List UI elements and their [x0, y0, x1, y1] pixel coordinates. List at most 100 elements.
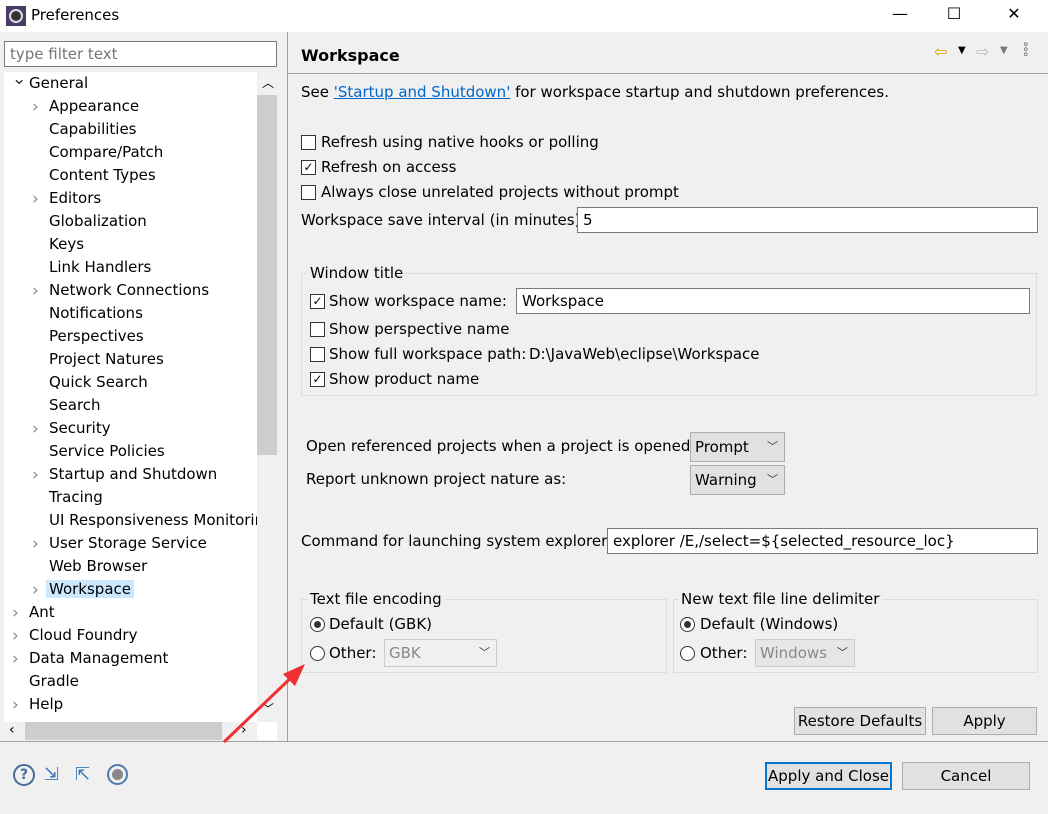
- tree-item[interactable]: Workspace: [46, 578, 134, 600]
- command-input[interactable]: explorer /E,/select=${selected_resource_…: [607, 528, 1038, 554]
- tree-item[interactable]: Editors: [49, 187, 101, 209]
- show-product-checkbox[interactable]: ✓: [310, 372, 325, 387]
- tree-item[interactable]: Globalization: [49, 210, 147, 232]
- divider: [288, 73, 1048, 74]
- save-interval-label: Workspace save interval (in minutes):: [301, 211, 586, 229]
- maximize-button[interactable]: ☐: [934, 4, 974, 23]
- tree-item-label: Capabilities: [49, 120, 137, 138]
- show-perspective-label: Show perspective name: [329, 320, 510, 338]
- show-workspace-name-checkbox[interactable]: ✓: [310, 294, 325, 309]
- tree-item[interactable]: Help: [29, 693, 63, 715]
- tree-item[interactable]: Appearance: [49, 95, 139, 117]
- tree-item[interactable]: Compare/Patch: [49, 141, 163, 163]
- workspace-name-input[interactable]: Workspace: [516, 288, 1030, 314]
- show-full-path-checkbox[interactable]: [310, 347, 325, 362]
- save-interval-input[interactable]: 5: [577, 207, 1038, 233]
- tree-item-label: Tracing: [49, 488, 103, 506]
- back-arrow-icon[interactable]: ⇦: [934, 42, 947, 61]
- scroll-up-icon[interactable]: ︿: [262, 74, 274, 91]
- tree-item[interactable]: Notifications: [49, 302, 143, 324]
- chevron-right-icon[interactable]: ›: [32, 281, 39, 301]
- apply-button[interactable]: Apply: [932, 707, 1037, 735]
- minimize-button[interactable]: —: [880, 4, 920, 23]
- restore-defaults-button[interactable]: Restore Defaults: [794, 707, 926, 735]
- always-close-checkbox[interactable]: [301, 185, 316, 200]
- back-dropdown-icon[interactable]: ▼: [958, 45, 966, 56]
- apply-and-close-button[interactable]: Apply and Close: [765, 762, 892, 790]
- delimiter-other-select[interactable]: Windows ﹀: [755, 639, 855, 667]
- startup-shutdown-link[interactable]: 'Startup and Shutdown': [334, 83, 511, 101]
- chevron-right-icon[interactable]: ›: [32, 534, 39, 554]
- delimiter-other-value: Windows: [760, 644, 827, 662]
- tree-item[interactable]: Security: [49, 417, 111, 439]
- tree-item[interactable]: Cloud Foundry: [29, 624, 137, 646]
- command-label: Command for launching system explorer:: [301, 532, 613, 550]
- forward-dropdown-icon[interactable]: ▼: [1000, 45, 1008, 56]
- tree-item[interactable]: Ant: [29, 601, 55, 623]
- encoding-default-radio[interactable]: [310, 617, 325, 632]
- chevron-right-icon[interactable]: ›: [32, 580, 39, 600]
- tree-item[interactable]: Startup and Shutdown: [49, 463, 217, 485]
- chevron-down-icon: ﹀: [479, 646, 490, 659]
- tree-item-label: Content Types: [49, 166, 156, 184]
- tree-item-label: General: [29, 74, 89, 92]
- tree-item[interactable]: Search: [49, 394, 101, 416]
- forward-arrow-icon[interactable]: ⇨: [976, 42, 989, 61]
- cancel-button[interactable]: Cancel: [902, 762, 1030, 790]
- tree-item[interactable]: Perspectives: [49, 325, 144, 347]
- chevron-right-icon[interactable]: ›: [12, 626, 19, 646]
- window-title: Preferences: [31, 6, 120, 24]
- tree-item[interactable]: Web Browser: [49, 555, 147, 577]
- chevron-right-icon[interactable]: ›: [12, 695, 19, 715]
- record-icon[interactable]: [107, 764, 128, 785]
- encoding-other-radio[interactable]: [310, 646, 325, 661]
- chevron-down-icon[interactable]: ⌄: [12, 69, 26, 89]
- tree-item[interactable]: Data Management: [29, 647, 168, 669]
- tree-item[interactable]: Content Types: [49, 164, 156, 186]
- help-icon[interactable]: ?: [13, 764, 35, 786]
- tree-item[interactable]: Network Connections: [49, 279, 209, 301]
- eclipse-gear-icon: [6, 6, 26, 26]
- open-referenced-select[interactable]: Prompt ﹀: [690, 432, 785, 462]
- divider: [287, 32, 288, 741]
- refresh-access-checkbox[interactable]: ✓: [301, 160, 316, 175]
- close-button[interactable]: ✕: [994, 4, 1034, 23]
- show-perspective-checkbox[interactable]: [310, 322, 325, 337]
- tree-vertical-scroll-thumb[interactable]: [257, 95, 277, 455]
- import-icon[interactable]: ⇲: [44, 764, 59, 785]
- encoding-default-label: Default (GBK): [329, 615, 433, 633]
- tree-item[interactable]: User Storage Service: [49, 532, 207, 554]
- tree-item[interactable]: Project Natures: [49, 348, 164, 370]
- chevron-right-icon[interactable]: ›: [12, 649, 19, 669]
- tree-item-label: Help: [29, 695, 64, 713]
- export-icon[interactable]: ⇱: [75, 764, 90, 785]
- filter-input[interactable]: [4, 41, 277, 67]
- delimiter-other-radio[interactable]: [680, 646, 695, 661]
- tree-item[interactable]: Tracing: [49, 486, 103, 508]
- chevron-right-icon[interactable]: ›: [32, 465, 39, 485]
- tree-item[interactable]: General: [29, 72, 88, 94]
- annotation-arrow: [222, 664, 305, 744]
- chevron-right-icon[interactable]: ›: [32, 419, 39, 439]
- refresh-native-checkbox[interactable]: [301, 135, 316, 150]
- tree-item[interactable]: Quick Search: [49, 371, 148, 393]
- tree-item[interactable]: Link Handlers: [49, 256, 151, 278]
- view-menu-icon[interactable]: ∘ ∘ ∘: [1022, 38, 1030, 60]
- open-referenced-label: Open referenced projects when a project …: [306, 437, 696, 455]
- tree-item[interactable]: Capabilities: [49, 118, 137, 140]
- report-nature-value: Warning: [695, 471, 757, 489]
- tree-item-label: Network Connections: [49, 281, 210, 299]
- tree-item[interactable]: Service Policies: [49, 440, 165, 462]
- tree-item[interactable]: Gradle: [29, 670, 79, 692]
- delimiter-default-radio[interactable]: [680, 617, 695, 632]
- chevron-right-icon[interactable]: ›: [32, 189, 39, 209]
- scroll-left-icon[interactable]: ‹: [9, 722, 15, 738]
- intro-after: for workspace startup and shutdown prefe…: [510, 83, 889, 101]
- tree-horizontal-scroll-thumb[interactable]: [25, 722, 222, 740]
- report-nature-select[interactable]: Warning ﹀: [690, 465, 785, 495]
- encoding-other-select[interactable]: GBK ﹀: [384, 639, 497, 667]
- tree-item[interactable]: UI Responsiveness Monitorir: [49, 509, 261, 531]
- chevron-right-icon[interactable]: ›: [32, 97, 39, 117]
- chevron-right-icon[interactable]: ›: [12, 603, 19, 623]
- tree-item[interactable]: Keys: [49, 233, 84, 255]
